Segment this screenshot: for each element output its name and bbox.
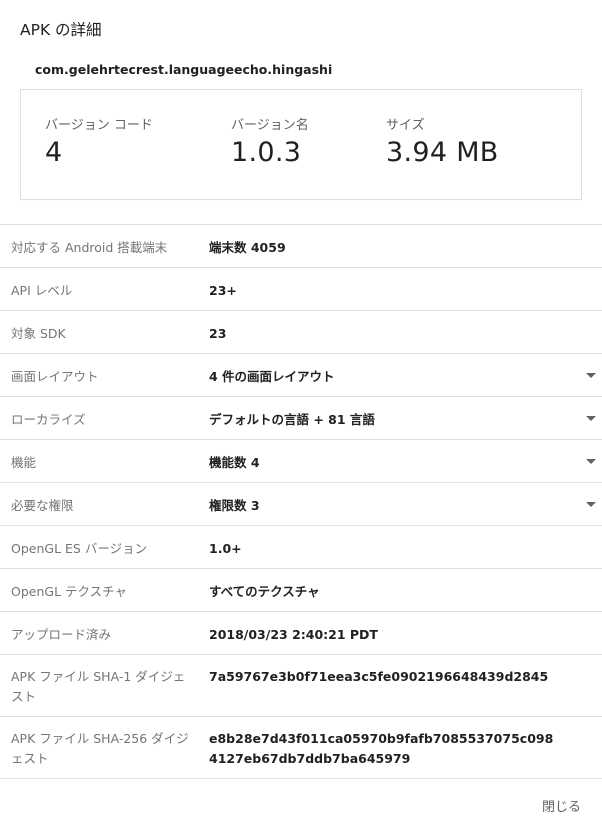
- row-value: 2018/03/23 2:40:21 PDT: [209, 627, 378, 642]
- version-name-value: 1.0.3: [231, 137, 302, 168]
- row-value: 23+: [209, 283, 237, 298]
- summary-card: バージョン コード 4 バージョン名 1.0.3 サイズ 3.94 MB: [20, 89, 582, 200]
- row-value: 1.0+: [209, 541, 242, 556]
- row-label: API レベル: [11, 283, 73, 298]
- close-button[interactable]: 閉じる: [542, 796, 581, 815]
- version-code-label: バージョン コード: [45, 118, 153, 133]
- row-api-level: API レベル 23+: [0, 268, 602, 311]
- expand-caret-icon[interactable]: [586, 459, 596, 464]
- expand-caret-icon[interactable]: [586, 502, 596, 507]
- row-opengl-es-version: OpenGL ES バージョン 1.0+: [0, 526, 602, 569]
- row-target-sdk: 対象 SDK 23: [0, 311, 602, 354]
- version-code-block: バージョン コード 4: [45, 114, 153, 168]
- expand-caret-icon[interactable]: [586, 373, 596, 378]
- row-screen-layouts[interactable]: 画面レイアウト 4 件の画面レイアウト: [0, 354, 602, 397]
- row-label: 対応する Android 搭載端末: [11, 240, 168, 255]
- dialog-title: APK の詳細: [20, 21, 102, 39]
- row-value: 端末数 4059: [209, 240, 286, 255]
- row-label: 画面レイアウト: [11, 369, 99, 384]
- row-localizations[interactable]: ローカライズ デフォルトの言語 + 81 言語: [0, 397, 602, 440]
- expand-caret-icon[interactable]: [586, 416, 596, 421]
- row-label: 機能: [11, 455, 37, 470]
- row-opengl-textures: OpenGL テクスチャ すべてのテクスチャ: [0, 569, 602, 612]
- row-label: ローカライズ: [11, 412, 86, 427]
- size-block: サイズ 3.94 MB: [386, 114, 499, 168]
- row-value: 7a59767e3b0f71eea3c5fe0902196648439d2845: [209, 669, 549, 684]
- size-value: 3.94 MB: [386, 137, 499, 168]
- row-label: OpenGL テクスチャ: [11, 584, 128, 599]
- row-sha256-digest: APK ファイル SHA-256 ダイジェスト e8b28e7d43f011ca…: [0, 717, 602, 779]
- version-code-value: 4: [45, 137, 63, 168]
- row-value: 23: [209, 326, 227, 341]
- version-name-block: バージョン名 1.0.3: [231, 114, 309, 168]
- row-label: APK ファイル SHA-1 ダイジェスト: [11, 669, 186, 704]
- row-label: 必要な権限: [11, 498, 74, 513]
- version-name-label: バージョン名: [231, 118, 309, 133]
- details-table: 対応する Android 搭載端末 端末数 4059 API レベル 23+ 対…: [0, 224, 602, 779]
- row-value: 権限数 3: [209, 498, 260, 513]
- size-label: サイズ: [386, 118, 425, 133]
- row-label: 対象 SDK: [11, 326, 66, 341]
- row-sha1-digest: APK ファイル SHA-1 ダイジェスト 7a59767e3b0f71eea3…: [0, 655, 602, 717]
- row-value: 機能数 4: [209, 455, 260, 470]
- row-label: アップロード済み: [11, 627, 112, 642]
- row-value: e8b28e7d43f011ca05970b9fafb7085537075c09…: [209, 731, 554, 766]
- row-features[interactable]: 機能 機能数 4: [0, 440, 602, 483]
- row-permissions[interactable]: 必要な権限 権限数 3: [0, 483, 602, 526]
- package-name: com.gelehrtecrest.languageecho.hingashi: [35, 62, 333, 77]
- row-value: デフォルトの言語 + 81 言語: [209, 412, 375, 427]
- row-label: OpenGL ES バージョン: [11, 541, 148, 556]
- row-label: APK ファイル SHA-256 ダイジェスト: [11, 731, 189, 766]
- row-supported-devices: 対応する Android 搭載端末 端末数 4059: [0, 225, 602, 268]
- row-value: 4 件の画面レイアウト: [209, 369, 335, 384]
- row-value: すべてのテクスチャ: [209, 584, 320, 599]
- row-uploaded: アップロード済み 2018/03/23 2:40:21 PDT: [0, 612, 602, 655]
